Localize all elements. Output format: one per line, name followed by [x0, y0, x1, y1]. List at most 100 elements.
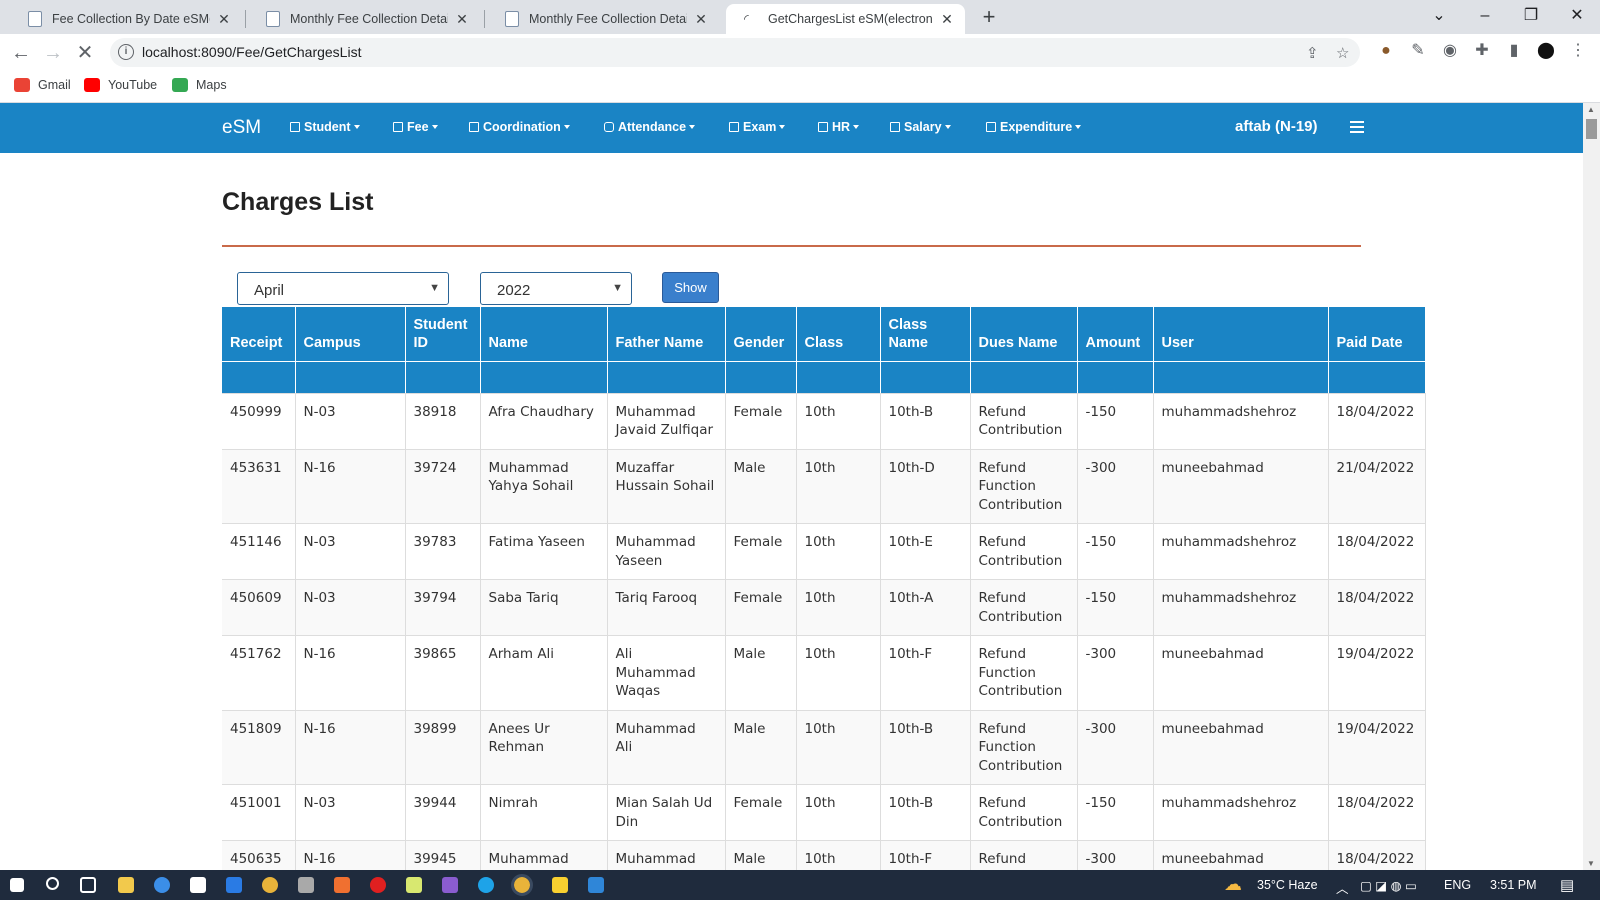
- close-window-button[interactable]: ✕: [1554, 2, 1600, 30]
- browser-tab[interactable]: Monthly Fee Collection Detail eSM ✕: [248, 4, 480, 34]
- app-brand[interactable]: eSM: [222, 117, 261, 139]
- tab-search-icon[interactable]: ⌄: [1416, 2, 1462, 30]
- close-icon[interactable]: ✕: [693, 11, 709, 28]
- column-header[interactable]: Class Name: [880, 307, 971, 361]
- sticky-notes-icon[interactable]: [552, 877, 568, 893]
- column-filter-cell[interactable]: [222, 360, 296, 394]
- column-filter-cell[interactable]: [1077, 360, 1154, 394]
- column-filter-cell[interactable]: [970, 360, 1078, 394]
- menu-attendance[interactable]: Attendance: [604, 120, 696, 134]
- menu-hr[interactable]: HR: [818, 120, 860, 134]
- clock-time[interactable]: 3:51 PM: [1490, 878, 1537, 892]
- scroll-down-icon[interactable]: ▼: [1587, 859, 1595, 868]
- table-cell: 10th-B: [880, 710, 971, 785]
- bookmark-star-icon[interactable]: ☆: [1336, 44, 1349, 62]
- user-label[interactable]: aftab (N-19): [1235, 118, 1318, 135]
- menu-exam[interactable]: Exam: [729, 120, 786, 134]
- extensions-puzzle-icon[interactable]: ✚: [1472, 41, 1492, 61]
- close-icon[interactable]: ✕: [454, 11, 470, 28]
- edge-icon[interactable]: [154, 877, 170, 893]
- vertical-scrollbar[interactable]: ▲ ▼: [1583, 103, 1600, 870]
- paint-icon[interactable]: [298, 877, 314, 893]
- camera-extension-icon[interactable]: ◉: [1440, 41, 1460, 61]
- column-filter-cell[interactable]: [725, 360, 797, 394]
- bookmark-maps[interactable]: Maps: [172, 78, 227, 92]
- column-header[interactable]: Father Name: [607, 307, 726, 361]
- column-filter-cell[interactable]: [405, 360, 481, 394]
- menu-student[interactable]: Student: [290, 120, 360, 134]
- eyedropper-extension-icon[interactable]: ✎: [1408, 41, 1428, 61]
- back-button[interactable]: ←: [6, 38, 36, 68]
- menu-salary[interactable]: Salary: [890, 120, 951, 134]
- column-header[interactable]: Gender: [725, 307, 797, 361]
- stop-loading-button[interactable]: ✕: [70, 38, 100, 68]
- windows-start-icon[interactable]: [10, 878, 24, 892]
- column-filter-cell[interactable]: [607, 360, 726, 394]
- weather-text[interactable]: 35°C Haze: [1257, 878, 1318, 892]
- store-icon[interactable]: [190, 877, 206, 893]
- browser-tab[interactable]: Monthly Fee Collection Detail eSM ✕: [487, 4, 719, 34]
- menu-expenditure[interactable]: Expenditure: [986, 120, 1082, 134]
- cookie-extension-icon[interactable]: ●: [1376, 41, 1396, 61]
- site-info-icon[interactable]: i: [118, 44, 134, 60]
- menu-coordination[interactable]: Coordination: [469, 120, 570, 134]
- language-indicator[interactable]: ENG: [1444, 878, 1471, 892]
- search-icon[interactable]: [46, 877, 59, 890]
- show-button[interactable]: Show: [662, 272, 719, 303]
- opera-icon[interactable]: [370, 877, 386, 893]
- restore-button[interactable]: ❐: [1508, 2, 1554, 30]
- side-panel-icon[interactable]: ▮: [1504, 41, 1524, 61]
- close-icon[interactable]: ✕: [939, 11, 955, 28]
- scrollbar-thumb[interactable]: [1586, 119, 1597, 139]
- column-filter-cell[interactable]: [1153, 360, 1329, 394]
- menu-fee[interactable]: Fee: [393, 120, 438, 134]
- file-explorer-icon[interactable]: [118, 877, 134, 893]
- app-window-icon[interactable]: [588, 877, 604, 893]
- scroll-up-icon[interactable]: ▲: [1587, 105, 1595, 114]
- task-view-icon[interactable]: [80, 877, 96, 893]
- column-header[interactable]: Amount: [1077, 307, 1154, 361]
- column-header[interactable]: Dues Name: [970, 307, 1078, 361]
- column-filter-cell[interactable]: [295, 360, 406, 394]
- mail-icon[interactable]: [226, 877, 242, 893]
- hamburger-menu-icon[interactable]: [1350, 121, 1364, 136]
- minimize-button[interactable]: –: [1462, 2, 1508, 30]
- tray-icons[interactable]: ▢ ◪ ◍ ▭: [1360, 878, 1417, 893]
- new-tab-button[interactable]: +: [976, 4, 1002, 30]
- share-icon[interactable]: ⇪: [1306, 44, 1319, 62]
- month-select[interactable]: April ▼: [237, 272, 449, 305]
- visual-studio-icon[interactable]: [442, 877, 458, 893]
- browser-tab[interactable]: Fee Collection By Date eSM(elect ✕: [10, 4, 242, 34]
- column-header[interactable]: Student ID: [405, 307, 481, 361]
- notifications-icon[interactable]: ▤: [1560, 876, 1574, 894]
- forward-button[interactable]: →: [38, 38, 68, 68]
- app-icon[interactable]: [334, 877, 350, 893]
- list-icon: [393, 122, 403, 132]
- column-filter-cell[interactable]: [880, 360, 971, 394]
- column-header[interactable]: Name: [480, 307, 608, 361]
- browser-toolbar: ← → ✕ i localhost:8090/Fee/GetChargesLis…: [0, 34, 1600, 71]
- column-filter-cell[interactable]: [1328, 360, 1426, 394]
- close-icon[interactable]: ✕: [216, 11, 232, 28]
- notepad-icon[interactable]: [406, 877, 422, 893]
- bookmark-youtube[interactable]: YouTube: [84, 78, 157, 92]
- column-header[interactable]: Paid Date: [1328, 307, 1426, 361]
- skype-icon[interactable]: [478, 877, 494, 893]
- column-header[interactable]: User: [1153, 307, 1329, 361]
- tray-chevron-icon[interactable]: ︿: [1336, 878, 1349, 897]
- chrome-icon[interactable]: [262, 877, 278, 893]
- column-header[interactable]: Class: [796, 307, 881, 361]
- browser-tab-active[interactable]: ◜ GetChargesList eSM(electronic Sc ✕: [726, 4, 965, 34]
- kebab-menu-icon[interactable]: ⋮: [1568, 41, 1588, 61]
- year-select[interactable]: 2022 ▼: [480, 272, 632, 305]
- address-bar[interactable]: i localhost:8090/Fee/GetChargesList ⇪ ☆: [110, 38, 1360, 67]
- table-cell: 18/04/2022: [1328, 579, 1426, 636]
- column-header[interactable]: Receipt: [222, 307, 296, 361]
- menu-label: Fee: [407, 120, 429, 134]
- column-filter-cell[interactable]: [480, 360, 608, 394]
- profile-avatar-icon[interactable]: ⬤: [1536, 41, 1556, 61]
- column-filter-cell[interactable]: [796, 360, 881, 394]
- chrome-active-icon[interactable]: [511, 874, 533, 896]
- column-header[interactable]: Campus: [295, 307, 406, 361]
- bookmark-gmail[interactable]: Gmail: [14, 78, 71, 92]
